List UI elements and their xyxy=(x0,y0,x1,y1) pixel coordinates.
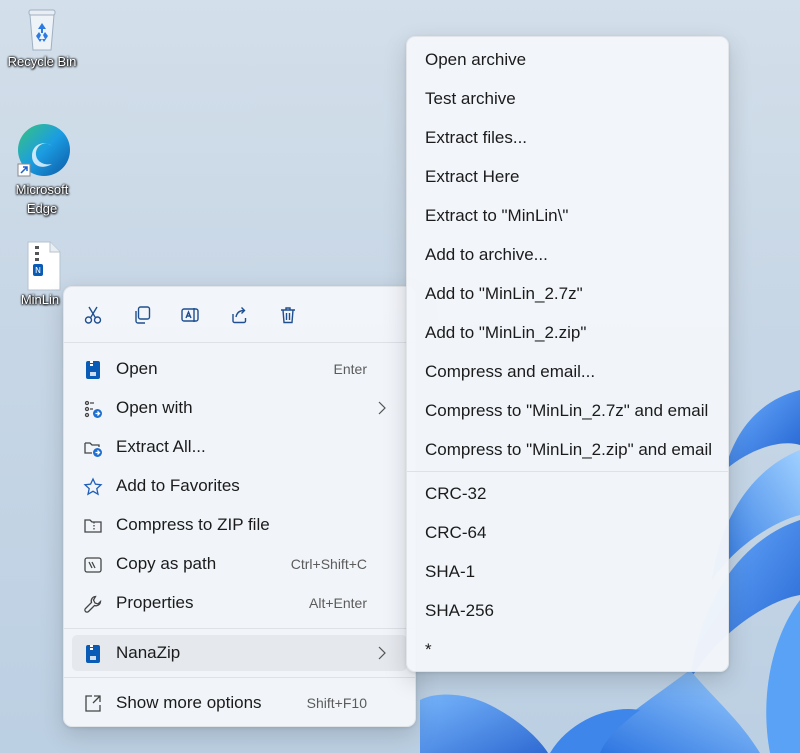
submenu-item-label: Compress and email... xyxy=(425,362,596,381)
submenu-item-label: CRC-32 xyxy=(425,484,487,503)
desktop-icon-edge[interactable]: Microsoft Edge xyxy=(2,120,82,218)
extract-all-icon xyxy=(82,437,104,459)
menu-item-compress-to-zip[interactable]: Compress to ZIP file xyxy=(72,507,407,543)
submenu-item-label: Open archive xyxy=(425,50,527,69)
submenu-item-test-archive[interactable]: Test archive xyxy=(415,81,720,117)
submenu-item-label: Add to "MinLin_2.7z" xyxy=(425,284,583,303)
nanazip-app-icon xyxy=(82,359,104,381)
context-menu-toolbar xyxy=(64,287,415,341)
menu-item-label: Open with xyxy=(116,398,193,417)
menu-item-shortcut: Enter xyxy=(333,361,367,377)
submenu-item-label: Add to archive... xyxy=(425,245,548,264)
submenu-item-label: CRC-64 xyxy=(425,523,487,542)
menu-item-label: Properties xyxy=(116,593,194,612)
submenu-item-compress-zip-email[interactable]: Compress to "MinLin_2.zip" and email xyxy=(415,432,720,468)
submenu-item-label: Test archive xyxy=(425,89,516,108)
submenu-item-crc64[interactable]: CRC-64 xyxy=(415,515,720,551)
menu-item-nanazip[interactable]: NanaZip xyxy=(72,635,407,671)
submenu-item-label: Extract files... xyxy=(425,128,528,147)
rename-button[interactable] xyxy=(175,300,205,330)
cut-button[interactable] xyxy=(78,300,108,330)
open-with-icon xyxy=(82,398,104,420)
submenu-item-all-hashes[interactable]: * xyxy=(415,632,720,668)
cut-icon xyxy=(84,306,102,324)
copy-button[interactable] xyxy=(127,300,157,330)
submenu-item-compress-and-email[interactable]: Compress and email... xyxy=(415,354,720,390)
menu-item-label: Compress to ZIP file xyxy=(116,515,270,534)
menu-divider xyxy=(64,628,415,629)
edge-icon xyxy=(12,120,72,180)
submenu-item-open-archive[interactable]: Open archive xyxy=(415,42,720,78)
menu-item-shortcut: Ctrl+Shift+C xyxy=(290,556,367,572)
menu-item-copy-as-path[interactable]: Copy as path Ctrl+Shift+C xyxy=(72,546,407,582)
share-icon xyxy=(232,307,247,324)
menu-item-add-to-favorites[interactable]: Add to Favorites xyxy=(72,468,407,504)
desktop-icon-label: Recycle Bin xyxy=(7,54,77,69)
copy-icon xyxy=(135,306,151,324)
menu-item-shortcut: Shift+F10 xyxy=(306,695,367,711)
submenu-item-label: Add to "MinLin_2.zip" xyxy=(425,323,587,342)
menu-item-open[interactable]: Open Enter xyxy=(72,351,407,387)
menu-item-label: NanaZip xyxy=(116,643,181,662)
submenu-item-extract-files[interactable]: Extract files... xyxy=(415,120,720,156)
menu-item-label: Add to Favorites xyxy=(116,476,240,495)
context-menu: Open Enter Open with Extract All... Add … xyxy=(63,286,416,727)
nanazip-submenu: Open archive Test archive Extract files.… xyxy=(406,36,729,672)
submenu-item-label: Compress to "MinLin_2.zip" and email xyxy=(425,440,713,459)
chevron-right-icon xyxy=(378,401,386,415)
menu-item-label: Show more options xyxy=(116,693,262,712)
menu-item-shortcut: Alt+Enter xyxy=(309,595,367,611)
submenu-item-add-to-7z[interactable]: Add to "MinLin_2.7z" xyxy=(415,276,720,312)
submenu-item-label: Extract Here xyxy=(425,167,520,186)
menu-divider xyxy=(64,677,415,678)
submenu-item-crc32[interactable]: CRC-32 xyxy=(415,476,720,512)
wrench-icon xyxy=(82,593,104,615)
submenu-item-label: SHA-256 xyxy=(425,601,494,620)
delete-button[interactable] xyxy=(273,300,303,330)
chevron-right-icon xyxy=(378,646,386,660)
svg-text:N: N xyxy=(35,266,41,275)
submenu-item-add-to-archive[interactable]: Add to archive... xyxy=(415,237,720,273)
menu-item-label: Extract All... xyxy=(116,437,206,456)
share-button[interactable] xyxy=(224,300,254,330)
recycle-bin-icon xyxy=(18,4,66,52)
delete-icon xyxy=(281,307,295,324)
submenu-item-label: SHA-1 xyxy=(425,562,476,581)
rename-icon xyxy=(181,308,199,322)
submenu-item-compress-7z-email[interactable]: Compress to "MinLin_2.7z" and email xyxy=(415,393,720,429)
menu-item-properties[interactable]: Properties Alt+Enter xyxy=(72,585,407,621)
menu-item-show-more-options[interactable]: Show more options Shift+F10 xyxy=(72,685,407,721)
submenu-item-label: Compress to "MinLin_2.7z" and email xyxy=(425,401,709,420)
menu-divider xyxy=(407,471,728,472)
nanazip-icon xyxy=(82,643,104,665)
menu-divider xyxy=(64,342,415,343)
submenu-item-add-to-zip[interactable]: Add to "MinLin_2.zip" xyxy=(415,315,720,351)
submenu-item-sha256[interactable]: SHA-256 xyxy=(415,593,720,629)
star-icon xyxy=(82,476,104,498)
menu-item-extract-all[interactable]: Extract All... xyxy=(72,429,407,465)
menu-item-label: Copy as path xyxy=(116,554,217,573)
show-more-options-icon xyxy=(82,693,104,715)
submenu-item-extract-to-folder[interactable]: Extract to "MinLin\" xyxy=(415,198,720,234)
desktop-icon-recycle-bin[interactable]: Recycle Bin xyxy=(2,4,82,71)
copy-path-icon xyxy=(82,554,104,576)
zip-file-icon: N xyxy=(18,240,66,291)
menu-item-label: Open xyxy=(116,359,158,378)
menu-item-open-with[interactable]: Open with xyxy=(72,390,407,426)
desktop-icon-label: Microsoft Edge xyxy=(15,182,69,216)
submenu-item-extract-here[interactable]: Extract Here xyxy=(415,159,720,195)
submenu-item-sha1[interactable]: SHA-1 xyxy=(415,554,720,590)
zip-folder-icon xyxy=(82,515,104,537)
submenu-item-label: Extract to "MinLin\" xyxy=(425,206,569,225)
submenu-item-label: * xyxy=(425,640,432,659)
